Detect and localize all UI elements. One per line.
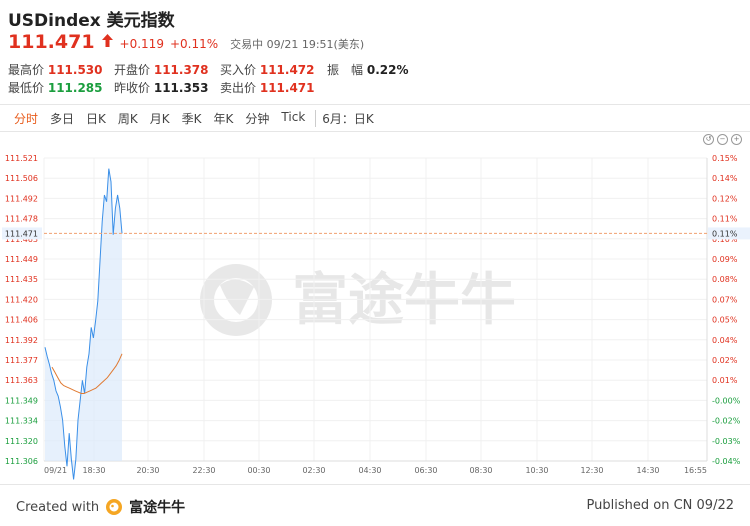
tab-intraday[interactable]: 分时 bbox=[8, 110, 44, 127]
y-axis-labels: 111.521111.506111.492111.478111.463111.4… bbox=[5, 154, 38, 466]
tab-daily-k[interactable]: 日K bbox=[80, 110, 112, 127]
tab-tick[interactable]: Tick bbox=[275, 110, 311, 127]
pct-tick-label: -0.02% bbox=[712, 417, 741, 426]
footer-brand: 富途牛牛 bbox=[129, 500, 186, 516]
pct-tick-label: 0.02% bbox=[712, 356, 738, 365]
pct-tick-label: 0.11% bbox=[712, 215, 738, 224]
x-tick-label: 10:30 bbox=[525, 466, 548, 475]
instrument-title: USDindex 美元指数 bbox=[8, 11, 175, 31]
footer-published: Published on CN 09/22 bbox=[586, 498, 734, 513]
pct-tick-label: 0.09% bbox=[712, 255, 738, 264]
y-tick-label: 111.349 bbox=[5, 396, 38, 405]
y-tick-label: 111.506 bbox=[5, 174, 38, 183]
x-tick-label: 08:30 bbox=[469, 466, 492, 475]
x-tick-label: 18:30 bbox=[82, 466, 105, 475]
chart-series bbox=[44, 168, 123, 480]
x-tick-label: 06:30 bbox=[414, 466, 437, 475]
footer-created-with: Created with 富途牛牛 bbox=[16, 497, 185, 517]
tab-minute[interactable]: 分钟 bbox=[239, 110, 275, 127]
x-tick-label: 00:30 bbox=[247, 466, 270, 475]
up-arrow-icon bbox=[101, 34, 113, 47]
tab-monthly-k[interactable]: 月K bbox=[144, 110, 176, 127]
stat-low: 最低价 111.285 bbox=[8, 81, 103, 95]
y-tick-label: 111.377 bbox=[5, 356, 38, 365]
trading-status: 交易中 09/21 19:51(美东) bbox=[230, 38, 365, 51]
divider-tabs bbox=[0, 131, 750, 132]
pct-tick-label: 0.12% bbox=[712, 194, 738, 203]
tab-multi-day[interactable]: 多日 bbox=[44, 110, 80, 127]
current-price-label: 111.471 bbox=[5, 229, 38, 238]
x-tick-label: 12:30 bbox=[580, 466, 603, 475]
tab-weekly-k[interactable]: 周K bbox=[112, 110, 144, 127]
x-tick-label: 04:30 bbox=[358, 466, 381, 475]
stats-panel: 最高价 111.530 开盘价 111.378 买入价 111.472 振 幅 … bbox=[8, 61, 408, 97]
y-tick-label: 111.320 bbox=[5, 437, 38, 446]
futu-logo-icon bbox=[106, 499, 123, 515]
stat-ask: 卖出价 111.471 bbox=[220, 81, 315, 95]
pct-tick-label: 0.01% bbox=[712, 376, 738, 385]
tab-6m-daily-k[interactable]: 6月：日K bbox=[315, 110, 380, 127]
x-tick-label: 20:30 bbox=[136, 466, 159, 475]
current-pct-label: 0.11% bbox=[712, 229, 738, 238]
pct-tick-label: -0.04% bbox=[712, 457, 741, 466]
y-tick-label: 111.306 bbox=[5, 457, 38, 466]
price-change: +0.119 bbox=[119, 37, 164, 51]
stat-open: 开盘价 111.378 bbox=[114, 63, 209, 77]
pct-tick-label: -0.03% bbox=[712, 437, 741, 446]
pct-tick-label: -0.00% bbox=[712, 396, 741, 405]
pct-tick-label: 0.05% bbox=[712, 316, 738, 325]
x-tick-label: 09/21 bbox=[44, 466, 67, 475]
stat-amplitude: 振 幅 0.22% bbox=[327, 63, 409, 77]
y-tick-label: 111.435 bbox=[5, 275, 38, 284]
price-row: 111.471 +0.119 +0.11% 交易中 09/21 19:51(美东… bbox=[8, 31, 364, 53]
y-tick-label: 111.420 bbox=[5, 295, 38, 304]
tab-yearly-k[interactable]: 年K bbox=[208, 110, 240, 127]
stat-prev-close: 昨收价 111.353 bbox=[114, 81, 209, 95]
pct-tick-label: 0.14% bbox=[712, 174, 738, 183]
x-tick-label: 16:55 bbox=[684, 466, 707, 475]
x-axis-labels: 09/21 18:30 20:30 22:30 00:30 02:30 04:30 06:30… bbox=[44, 466, 707, 475]
stat-bid: 买入价 111.472 bbox=[220, 63, 315, 77]
y-tick-label: 111.392 bbox=[5, 336, 38, 345]
x-tick-label: 14:30 bbox=[636, 466, 659, 475]
price-change-pct: +0.11% bbox=[169, 37, 219, 51]
intraday-chart[interactable]: 富途牛牛 111.521111.506111.492111.478111.463… bbox=[0, 145, 750, 485]
y-tick-label: 111.478 bbox=[5, 215, 38, 224]
last-price: 111.471 bbox=[8, 31, 95, 53]
y-tick-label: 111.521 bbox=[5, 154, 38, 163]
tab-quarterly-k[interactable]: 季K bbox=[176, 110, 208, 127]
y-tick-label: 111.363 bbox=[5, 376, 38, 385]
y-tick-label: 111.406 bbox=[5, 316, 38, 325]
divider-top bbox=[0, 104, 750, 105]
pct-axis-labels: 0.15%0.14%0.12%0.11%0.10%0.09%0.08%0.07%… bbox=[712, 154, 741, 466]
x-tick-label: 22:30 bbox=[192, 466, 215, 475]
zoom-in-icon[interactable]: + bbox=[731, 134, 742, 145]
period-tabs: 分时 多日 日K 周K 月K 季K 年K 分钟 Tick 6月：日K bbox=[8, 110, 380, 127]
watermark-logo-icon bbox=[200, 264, 272, 336]
pct-tick-label: 0.08% bbox=[712, 275, 738, 284]
y-tick-label: 111.449 bbox=[5, 255, 38, 264]
chart-tools: ↺ − + bbox=[703, 134, 742, 145]
pct-tick-label: 0.15% bbox=[712, 154, 738, 163]
divider-footer bbox=[0, 484, 750, 485]
pct-tick-label: 0.07% bbox=[712, 295, 738, 304]
y-tick-label: 111.492 bbox=[5, 194, 38, 203]
zoom-out-icon[interactable]: − bbox=[717, 134, 728, 145]
pct-tick-label: 0.04% bbox=[712, 336, 738, 345]
watermark-text: 富途牛牛 bbox=[292, 268, 516, 333]
stat-high: 最高价 111.530 bbox=[8, 63, 103, 77]
x-tick-label: 02:30 bbox=[302, 466, 325, 475]
y-tick-label: 111.334 bbox=[5, 417, 38, 426]
price-area bbox=[45, 168, 122, 480]
reset-icon[interactable]: ↺ bbox=[703, 134, 714, 145]
